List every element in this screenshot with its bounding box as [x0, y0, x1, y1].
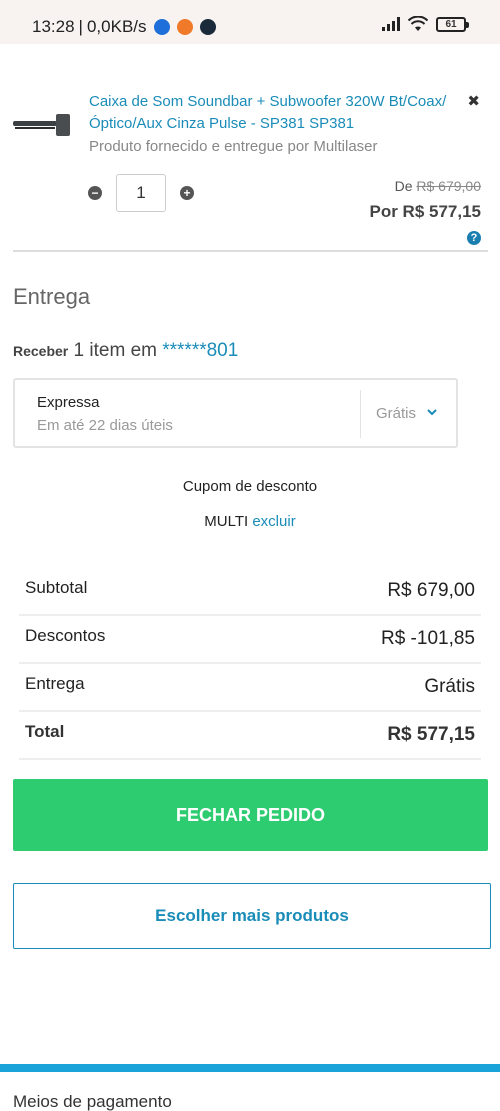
status-bar: 13:28 | 0,0KB/s 61 — [0, 0, 500, 44]
remove-coupon-link[interactable]: excluir — [252, 513, 295, 530]
help-icon[interactable]: ? — [467, 231, 481, 245]
original-price-value: R$ 679,00 — [416, 178, 481, 194]
decrease-quantity-icon[interactable]: − — [88, 186, 102, 200]
increase-quantity-icon[interactable]: + — [180, 186, 194, 200]
product-image[interactable] — [13, 111, 71, 137]
coupon-applied: MULTI excluir — [0, 513, 500, 530]
receive-summary: Receber 1 item em ******801 — [13, 340, 238, 362]
discount-value: R$ -101,85 — [380, 628, 475, 649]
continue-shopping-button[interactable]: Escolher mais produtos — [13, 883, 491, 949]
orange-app-icon — [176, 19, 193, 35]
receive-label: Receber — [13, 343, 69, 359]
summary-row-total: Total R$ 577,15 — [19, 712, 481, 760]
shipping-separator — [360, 390, 361, 438]
quantity-field[interactable]: 1 — [116, 174, 166, 212]
messages-icon — [153, 19, 170, 35]
status-left: 13:28 | 0,0KB/s — [32, 17, 216, 37]
status-right: 61 — [382, 16, 469, 32]
section-divider-bar — [0, 1064, 500, 1072]
shipping-value: Grátis — [424, 676, 475, 697]
divider — [13, 250, 488, 252]
order-summary: Subtotal R$ 679,00 Descontos R$ -101,85 … — [19, 568, 481, 760]
total-label: Total — [25, 722, 65, 741]
receive-text: 1 item em — [68, 340, 163, 361]
shipping-label: Entrega — [25, 674, 85, 693]
shipping-option-time: Em até 22 dias úteis — [37, 417, 173, 434]
wifi-icon — [408, 16, 428, 31]
coupon-title: Cupom de desconto — [182, 478, 318, 495]
summary-row-subtotal: Subtotal R$ 679,00 — [19, 568, 481, 616]
current-price: Por R$ 577,15 — [369, 202, 481, 221]
subtotal-value: R$ 679,00 — [387, 580, 475, 601]
original-price: De R$ 679,00 — [394, 178, 481, 194]
subtotal-label: Subtotal — [25, 578, 88, 597]
network-speed: 0,0KB/s — [86, 17, 147, 36]
coupon-code: MULTI — [204, 513, 249, 530]
summary-row-discount: Descontos R$ -101,85 — [19, 616, 481, 664]
checkout-button[interactable]: FECHAR PEDIDO — [13, 779, 488, 851]
shipping-option-name: Expressa — [37, 394, 100, 411]
delivery-title: Entrega — [13, 284, 91, 309]
status-time: 13:28 — [32, 17, 75, 36]
product-supplier: Produto fornecido e entregue por Multila… — [89, 138, 378, 155]
shipping-option-price: Grátis — [376, 405, 417, 422]
total-value: R$ 577,15 — [387, 724, 475, 745]
battery-icon: 61 — [436, 16, 469, 32]
discount-label: Descontos — [25, 626, 106, 645]
summary-row-shipping: Entrega Grátis — [19, 664, 481, 712]
payment-methods-title: Meios de pagamento — [13, 1092, 172, 1111]
quantity-stepper: − 1 + — [88, 174, 194, 212]
product-title[interactable]: Caixa de Som Soundbar + Subwoofer 320W B… — [89, 91, 459, 135]
remove-item-icon[interactable]: ✖ — [467, 92, 480, 110]
postal-code[interactable]: ******801 — [162, 340, 238, 361]
shipping-option[interactable]: Expressa Em até 22 dias úteis Grátis — [13, 378, 458, 448]
signal-icon — [382, 17, 400, 31]
game-icon — [199, 19, 216, 35]
chevron-down-icon[interactable] — [426, 406, 438, 418]
